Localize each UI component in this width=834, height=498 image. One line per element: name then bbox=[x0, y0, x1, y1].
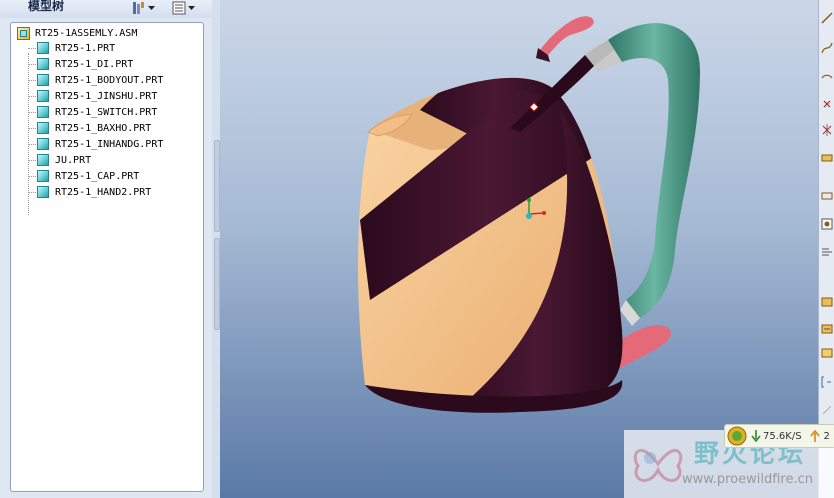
part-icon bbox=[37, 74, 49, 86]
tree-item-label: JU.PRT bbox=[55, 154, 92, 166]
tree-item-label: RT25-1_HAND2.PRT bbox=[55, 186, 152, 198]
upload-arrow-icon bbox=[809, 430, 820, 442]
folder3-tool-icon[interactable] bbox=[821, 346, 833, 358]
point-tool-icon[interactable] bbox=[821, 98, 833, 110]
tree-item-label: RT25-1_JINSHU.PRT bbox=[55, 90, 158, 102]
tree-settings-icon bbox=[133, 2, 144, 14]
upload-speed: 2 bbox=[823, 430, 830, 442]
tree-item-label: RT25-1.PRT bbox=[55, 42, 116, 54]
download-arrow-icon bbox=[751, 430, 761, 442]
tree-item-label: RT25-1_DI.PRT bbox=[55, 58, 134, 70]
plane-tool-icon[interactable] bbox=[821, 190, 833, 202]
tree-item-label: RT25-1_BODYOUT.PRT bbox=[55, 74, 164, 86]
part-icon bbox=[37, 42, 49, 54]
chevron-down-icon bbox=[148, 5, 155, 10]
chevron-down-icon bbox=[188, 5, 195, 10]
watermark-url: www.proewildfire.cn bbox=[682, 472, 813, 487]
part-icon bbox=[37, 58, 49, 70]
tree-item-label: RT25-1_INHANDG.PRT bbox=[55, 138, 164, 150]
tree-item[interactable]: RT25-1_BODYOUT.PRT bbox=[37, 72, 163, 88]
layer-tool-icon[interactable] bbox=[821, 246, 833, 258]
part-icon bbox=[37, 170, 49, 182]
csys-tool-icon[interactable] bbox=[821, 124, 833, 136]
tree-item[interactable]: RT25-1_CAP.PRT bbox=[37, 168, 139, 184]
bracket-tool-icon[interactable] bbox=[821, 376, 833, 388]
tree-item[interactable]: RT25-1.PRT bbox=[37, 40, 115, 56]
part-icon bbox=[37, 106, 49, 118]
part-icon bbox=[37, 154, 49, 166]
folder-tool-icon[interactable] bbox=[821, 295, 833, 307]
kettle-lid-knob bbox=[540, 16, 594, 55]
tree-root-label: RT25-1ASSEMLY.ASM bbox=[35, 27, 138, 39]
butterfly-logo-icon bbox=[633, 449, 683, 482]
tree-item[interactable]: RT25-1_HAND2.PRT bbox=[37, 184, 151, 200]
tree-columns-icon bbox=[172, 1, 186, 15]
assembly-icon bbox=[17, 26, 30, 40]
kettle-handle bbox=[608, 23, 700, 318]
tree-columns-button[interactable] bbox=[172, 0, 195, 16]
tree-root-assembly[interactable]: RT25-1ASSEMLY.ASM bbox=[17, 25, 137, 41]
model-tree: RT25-1ASSEMLY.ASM RT25-1.PRT RT25-1_DI.P… bbox=[10, 22, 204, 492]
model-tree-header: 模型树 bbox=[0, 0, 212, 18]
part-icon bbox=[37, 90, 49, 102]
panel-splitter[interactable] bbox=[212, 0, 220, 498]
network-speed-widget[interactable]: 75.6K/S 2 bbox=[724, 424, 834, 448]
tree-item-label: RT25-1_SWITCH.PRT bbox=[55, 106, 158, 118]
tree-item[interactable]: RT25-1_BAXHO.PRT bbox=[37, 120, 151, 136]
spline-tool-icon[interactable] bbox=[821, 42, 833, 54]
hidden-tool-icon[interactable] bbox=[821, 404, 833, 416]
tree-connector bbox=[28, 53, 29, 215]
network-monitor-icon bbox=[727, 426, 747, 446]
tree-item[interactable]: JU.PRT bbox=[37, 152, 91, 168]
tree-item[interactable]: RT25-1_DI.PRT bbox=[37, 56, 133, 72]
model-tree-panel: 模型树 RT25-1ASSEMLY.ASM RT25-1.PRT RT25-1_… bbox=[0, 0, 213, 498]
tree-item-label: RT25-1_BAXHO.PRT bbox=[55, 122, 152, 134]
tree-item[interactable]: RT25-1_JINSHU.PRT bbox=[37, 88, 157, 104]
folder2-tool-icon[interactable] bbox=[821, 322, 833, 334]
line-tool-icon[interactable] bbox=[821, 12, 833, 24]
download-speed: 75.6K/S bbox=[763, 430, 802, 442]
arc-tool-icon[interactable] bbox=[821, 68, 833, 80]
tree-item[interactable]: RT25-1_INHANDG.PRT bbox=[37, 136, 163, 152]
part-icon bbox=[37, 122, 49, 134]
image-tool-icon[interactable] bbox=[821, 218, 833, 230]
part-icon bbox=[37, 138, 49, 150]
tree-item[interactable]: RT25-1_SWITCH.PRT bbox=[37, 104, 157, 120]
tree-settings-button[interactable] bbox=[132, 0, 155, 16]
model-tree-title: 模型树 bbox=[28, 0, 65, 13]
part-icon bbox=[37, 186, 49, 198]
tree-item-label: RT25-1_CAP.PRT bbox=[55, 170, 140, 182]
datum-tool-icon[interactable] bbox=[821, 150, 833, 162]
